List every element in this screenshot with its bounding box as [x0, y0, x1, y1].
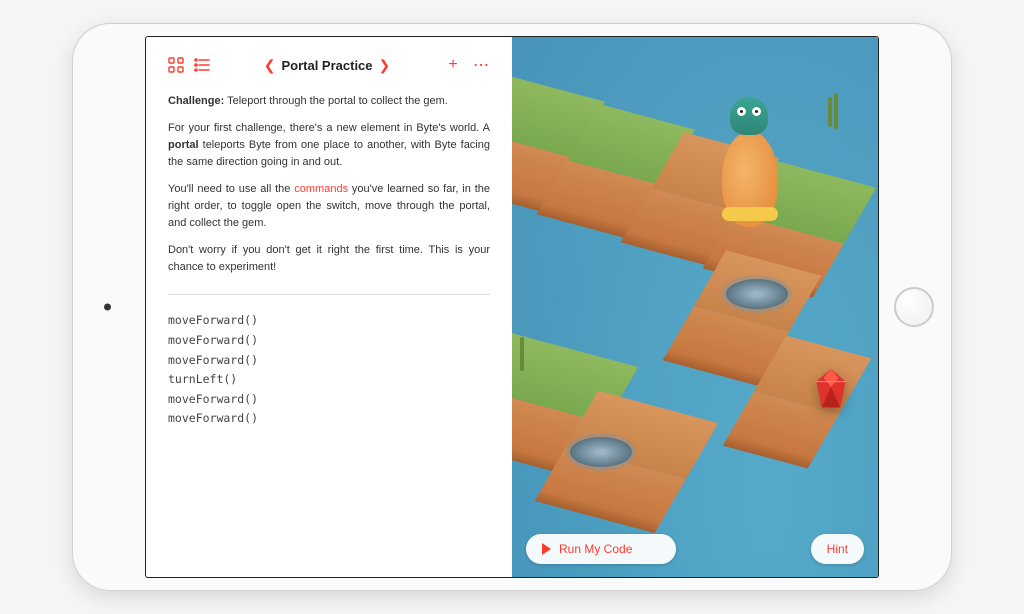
- run-label: Run My Code: [559, 542, 632, 556]
- code-line[interactable]: moveForward(): [168, 351, 490, 371]
- app-screen: ❮ Portal Practice ❯ + ⋯ Challenge: Telep…: [146, 37, 878, 577]
- code-line[interactable]: moveForward(): [168, 390, 490, 410]
- play-icon: [542, 543, 551, 555]
- code-line[interactable]: moveForward(): [168, 311, 490, 331]
- reeds: [834, 93, 838, 129]
- world-bottom-bar: Run My Code Hint: [512, 521, 878, 577]
- hint-label: Hint: [827, 542, 848, 556]
- code-line[interactable]: moveForward(): [168, 409, 490, 429]
- byte-head: [730, 97, 768, 135]
- plus-icon[interactable]: +: [444, 56, 462, 74]
- portal: [570, 437, 632, 467]
- run-button[interactable]: Run My Code: [526, 534, 676, 564]
- reeds: [520, 337, 524, 371]
- byte-eye: [752, 107, 761, 116]
- code-line[interactable]: turnLeft(): [168, 370, 490, 390]
- byte-character: [712, 97, 784, 227]
- hint-button[interactable]: Hint: [811, 534, 864, 564]
- chevron-left-icon[interactable]: ❮: [264, 57, 276, 74]
- byte-belt: [722, 207, 778, 221]
- home-button[interactable]: [894, 287, 934, 327]
- chevron-right-icon[interactable]: ❯: [379, 57, 391, 74]
- challenge-line: Challenge: Teleport through the portal t…: [168, 93, 490, 110]
- gem: [812, 367, 850, 411]
- challenge-prompt: Teleport through the portal to collect t…: [227, 95, 448, 107]
- challenge-label: Challenge:: [168, 95, 224, 107]
- challenge-p2: You'll need to use all the commands you'…: [168, 181, 490, 232]
- byte-eye: [737, 107, 746, 116]
- commands-link[interactable]: commands: [294, 183, 348, 195]
- camera-dot: [104, 304, 111, 311]
- world-view[interactable]: Run My Code Hint: [512, 37, 878, 577]
- reeds: [828, 97, 832, 127]
- portal: [726, 279, 788, 309]
- page-title: Portal Practice: [281, 58, 372, 73]
- challenge-body: Challenge: Teleport through the portal t…: [168, 93, 490, 286]
- left-pane: ❮ Portal Practice ❯ + ⋯ Challenge: Telep…: [146, 37, 512, 577]
- topbar: ❮ Portal Practice ❯ + ⋯: [168, 51, 490, 79]
- code-line[interactable]: moveForward(): [168, 331, 490, 351]
- more-icon[interactable]: ⋯: [472, 55, 490, 75]
- grid-icon[interactable]: [168, 57, 184, 73]
- ipad-frame: ❮ Portal Practice ❯ + ⋯ Challenge: Telep…: [72, 23, 952, 591]
- nav-title-group: ❮ Portal Practice ❯: [220, 57, 434, 74]
- challenge-p3: Don't worry if you don't get it right th…: [168, 242, 490, 276]
- code-editor[interactable]: moveForward() moveForward() moveForward(…: [168, 294, 490, 428]
- challenge-p1: For your first challenge, there's a new …: [168, 120, 490, 171]
- list-icon[interactable]: [194, 57, 210, 73]
